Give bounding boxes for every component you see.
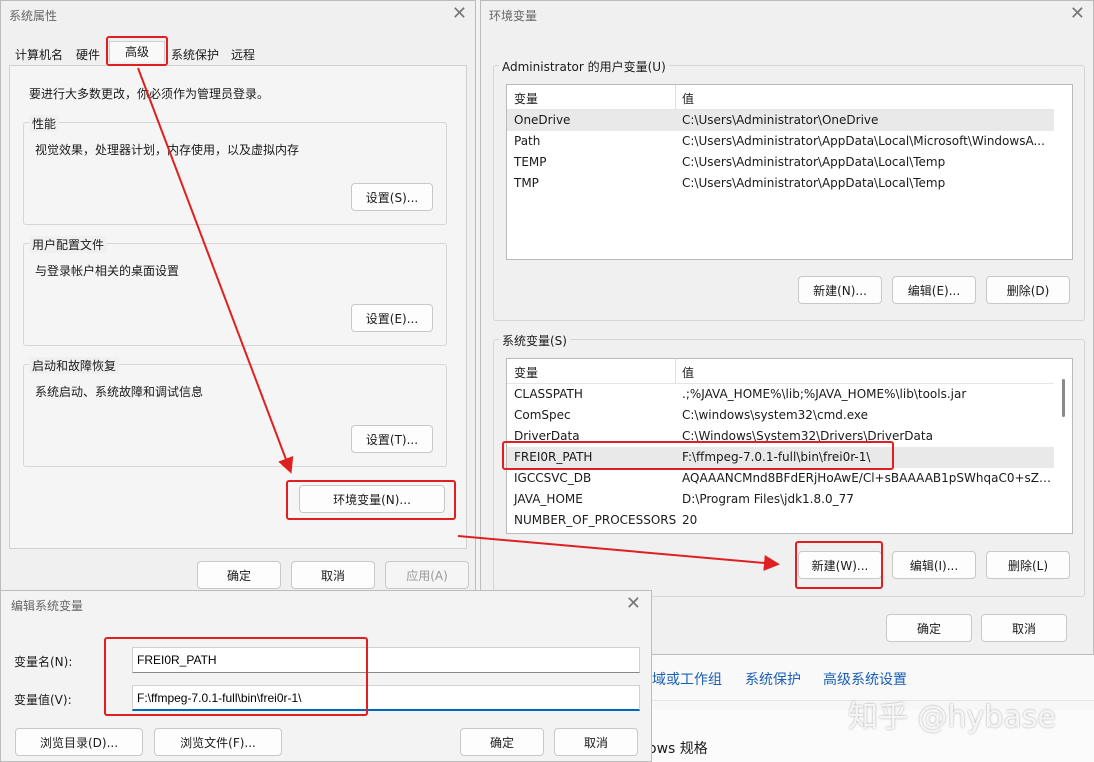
arrow-to-new-button	[457, 535, 780, 571]
annotation-arrows	[137, 67, 780, 571]
arrow-to-env-button	[137, 67, 294, 474]
